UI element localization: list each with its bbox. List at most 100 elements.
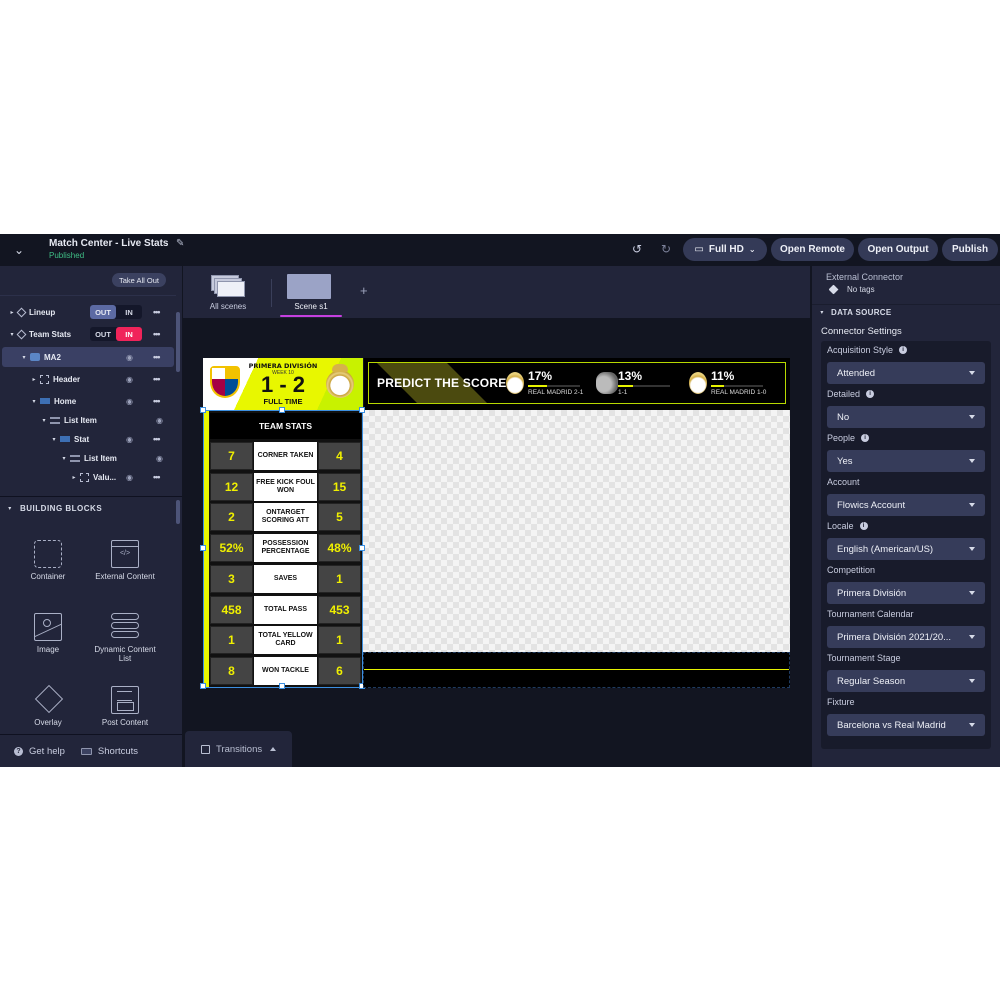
scoreboard[interactable]: PRIMERA DIVISIÓN WEEK 10 1 - 2 FULL TIME: [203, 358, 363, 410]
resize-handle[interactable]: [200, 545, 206, 551]
take-all-out-button[interactable]: Take All Out: [112, 273, 166, 287]
eye-icon[interactable]: ◉: [156, 416, 163, 425]
resize-handle[interactable]: [359, 407, 365, 413]
block-image[interactable]: Image: [13, 613, 83, 654]
caret-down-icon[interactable]: ▾: [60, 455, 68, 462]
field-label: Competition: [827, 565, 875, 575]
block-external-content[interactable]: External Content: [90, 540, 160, 581]
more-icon[interactable]: •••: [153, 396, 161, 406]
out-in-toggle[interactable]: OUT IN: [90, 305, 142, 319]
field-select[interactable]: No: [827, 406, 985, 428]
lower-bar[interactable]: [363, 652, 790, 688]
component-name: External Connector: [826, 272, 904, 282]
field-label-text: Acquisition Style: [827, 345, 894, 355]
caret-down-icon[interactable]: ▾: [20, 354, 28, 361]
eye-icon[interactable]: ◉: [126, 435, 133, 444]
tree-item-list-item[interactable]: ▾ List Item ◉: [0, 410, 176, 430]
layer-row-lineup[interactable]: ▸ Lineup OUT IN •••: [0, 302, 176, 322]
caret-right-icon[interactable]: ▸: [70, 474, 78, 481]
field-select[interactable]: Primera División 2021/20...: [827, 626, 985, 648]
edit-pencil-icon[interactable]: ✎: [176, 238, 184, 249]
in-button[interactable]: IN: [116, 305, 142, 319]
building-blocks-header[interactable]: ▾ BUILDING BLOCKS: [0, 496, 182, 520]
team-stats-panel[interactable]: TEAM STATS 7 CORNER TAKEN 4 12 FREE KICK FOU…: [200, 407, 365, 689]
field-select[interactable]: Barcelona vs Real Madrid: [827, 714, 985, 736]
publish-button[interactable]: Publish: [942, 238, 998, 261]
field-label: Tournament Stage: [827, 653, 901, 663]
in-button[interactable]: IN: [116, 327, 142, 341]
eye-icon[interactable]: ◉: [156, 454, 163, 463]
tree-scrollbar[interactable]: [176, 312, 180, 372]
field-label-text: Tournament Stage: [827, 653, 901, 663]
shortcuts-link[interactable]: Shortcuts: [80, 746, 138, 757]
all-scenes-label[interactable]: All scenes: [205, 302, 251, 311]
scene-tab-s1[interactable]: Scene s1: [280, 302, 342, 311]
redo-icon[interactable]: ↻: [658, 241, 674, 257]
predict-score-banner[interactable]: PREDICT THE SCORE 17% REAL MADRID 2-1 13…: [364, 358, 790, 410]
field-select[interactable]: Regular Season: [827, 670, 985, 692]
scene-thumbnail[interactable]: [287, 274, 331, 299]
resize-handle[interactable]: [279, 407, 285, 413]
layer-row-team-stats[interactable]: ▾ Team Stats OUT IN •••: [0, 324, 176, 344]
info-icon[interactable]: i: [861, 434, 870, 442]
open-remote-button[interactable]: Open Remote: [771, 238, 854, 261]
field-select[interactable]: Attended: [827, 362, 985, 384]
tree-item-list-item[interactable]: ▾ List Item ◉: [0, 448, 176, 468]
eye-icon[interactable]: ◉: [126, 353, 133, 362]
building-blocks-scrollbar[interactable]: [176, 500, 180, 524]
tree-item-ma2[interactable]: ▾ MA2 ◉ •••: [2, 347, 174, 367]
block-dynamic-content-list[interactable]: Dynamic Content List: [90, 613, 160, 663]
resize-handle[interactable]: [359, 545, 365, 551]
chevron-down-icon[interactable]: ⌄: [10, 241, 28, 259]
tree-item-home[interactable]: ▾ Home ◉ •••: [0, 391, 176, 411]
caret-down-icon[interactable]: ▾: [40, 417, 48, 424]
more-icon[interactable]: •••: [153, 472, 161, 482]
tree-item-stat[interactable]: ▾ Stat ◉ •••: [0, 429, 176, 449]
prediction-percent: 11%: [711, 369, 735, 383]
out-in-toggle[interactable]: OUT IN: [90, 327, 142, 341]
data-source-header[interactable]: ▾ DATA SOURCE: [812, 304, 1000, 320]
resize-handle[interactable]: [200, 683, 206, 689]
resize-handle[interactable]: [200, 407, 206, 413]
out-button[interactable]: OUT: [90, 327, 116, 341]
more-icon[interactable]: •••: [153, 307, 161, 317]
info-icon[interactable]: i: [866, 390, 875, 398]
field-select[interactable]: Primera División: [827, 582, 985, 604]
more-icon[interactable]: •••: [153, 374, 161, 384]
tags[interactable]: No tags: [828, 284, 875, 295]
caret-down-icon[interactable]: ▾: [50, 436, 58, 443]
more-icon[interactable]: •••: [153, 329, 161, 339]
graphic-stage: PRIMERA DIVISIÓN WEEK 10 1 - 2 FULL TIME…: [200, 358, 790, 689]
caret-down-icon[interactable]: ▾: [8, 331, 16, 338]
get-help-link[interactable]: ? Get help: [14, 746, 65, 757]
field-select[interactable]: English (American/US): [827, 538, 985, 560]
open-output-button[interactable]: Open Output: [858, 238, 938, 261]
more-icon[interactable]: •••: [153, 352, 161, 362]
undo-icon[interactable]: ↺: [629, 241, 645, 257]
block-post-content[interactable]: Post Content: [90, 686, 160, 727]
eye-icon[interactable]: ◉: [126, 397, 133, 406]
display-mode-dropdown[interactable]: ▭ Full HD ⌄: [683, 238, 767, 261]
info-icon[interactable]: i: [859, 522, 868, 530]
caret-right-icon[interactable]: ▸: [30, 376, 38, 383]
resize-handle[interactable]: [279, 683, 285, 689]
info-icon[interactable]: i: [899, 346, 908, 354]
field-select[interactable]: Flowics Account: [827, 494, 985, 516]
eye-icon[interactable]: ◉: [126, 375, 133, 384]
field-label: Acquisition Style i: [827, 345, 908, 355]
tree-item-value[interactable]: ▸ Valu... ◉ •••: [0, 467, 176, 487]
add-scene-button[interactable]: +: [360, 283, 368, 298]
field-select[interactable]: Yes: [827, 450, 985, 472]
eye-icon[interactable]: ◉: [126, 473, 133, 482]
transitions-tab[interactable]: Transitions: [185, 731, 292, 767]
block-container[interactable]: Container: [13, 540, 83, 581]
block-overlay[interactable]: Overlay: [13, 686, 83, 727]
more-icon[interactable]: •••: [153, 434, 161, 444]
image-icon: [34, 613, 62, 641]
away-stat-value: 6: [318, 656, 361, 685]
caret-right-icon[interactable]: ▸: [8, 309, 16, 316]
all-scenes-button[interactable]: [211, 275, 247, 297]
caret-down-icon[interactable]: ▾: [30, 398, 38, 405]
out-button[interactable]: OUT: [90, 305, 116, 319]
tree-item-header[interactable]: ▸ Header ◉ •••: [0, 369, 176, 389]
